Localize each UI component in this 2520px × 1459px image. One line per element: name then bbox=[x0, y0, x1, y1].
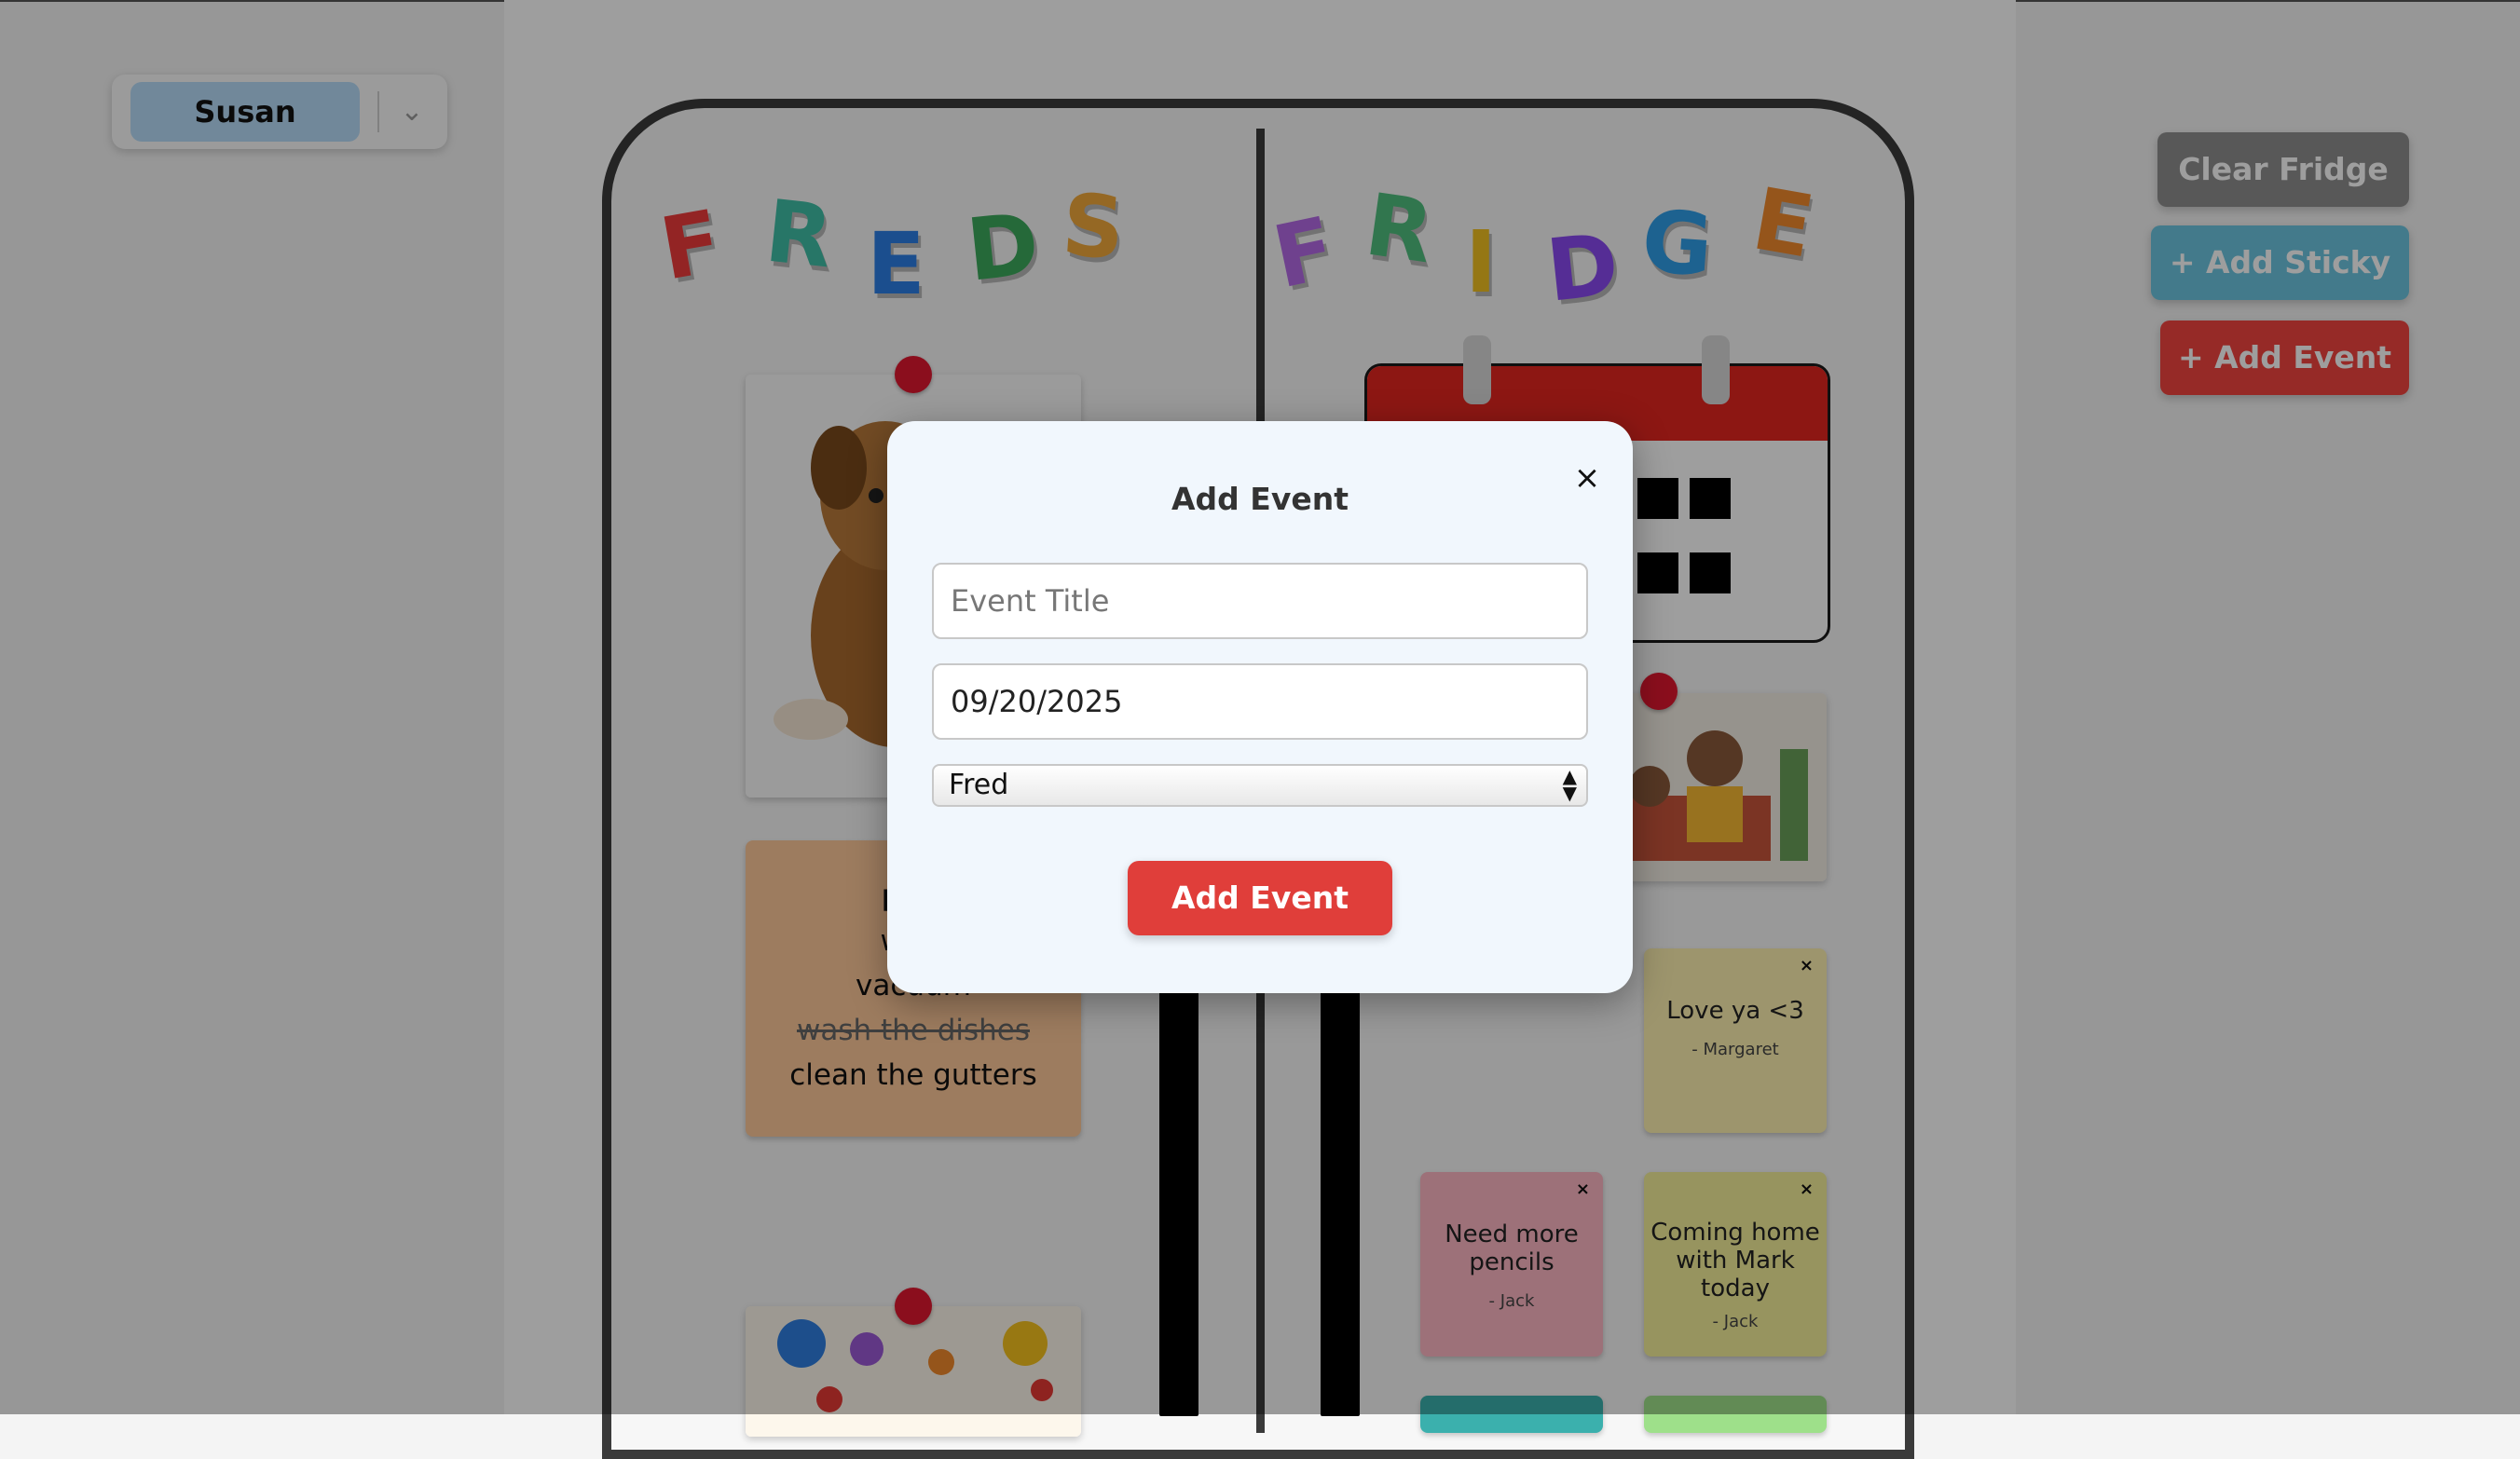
event-person-select[interactable]: Fred ▲ ▼ bbox=[932, 764, 1588, 807]
event-title-input[interactable] bbox=[932, 563, 1588, 639]
select-value: Fred bbox=[949, 769, 1009, 801]
modal-title: Add Event bbox=[1171, 481, 1349, 517]
add-event-modal: × Add Event 09/20/2025 Fred ▲▼ Add Event bbox=[887, 421, 1633, 993]
submit-event-button[interactable]: Add Event bbox=[1128, 861, 1392, 935]
select-arrows-icon: ▲ ▼ bbox=[1562, 765, 1577, 804]
event-date-field[interactable]: 09/20/2025 bbox=[932, 663, 1588, 740]
